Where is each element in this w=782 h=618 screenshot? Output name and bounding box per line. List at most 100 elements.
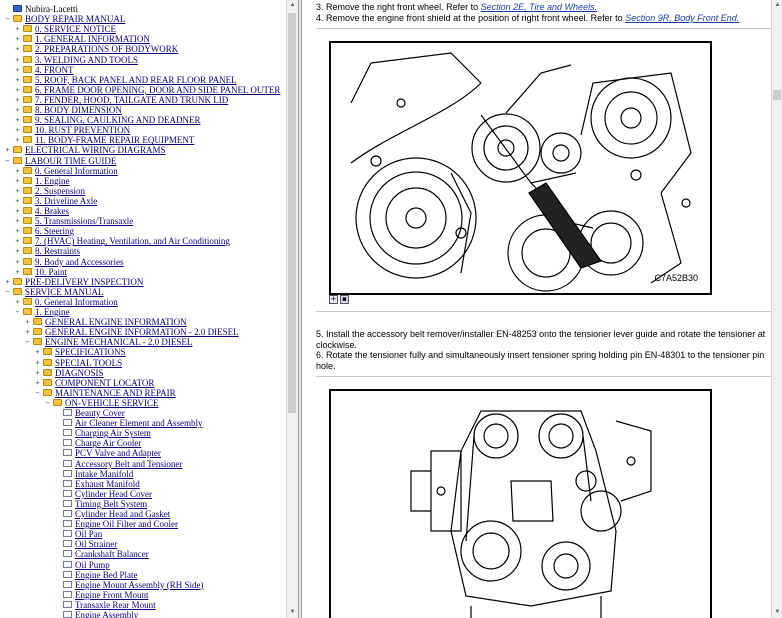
tree-item-label[interactable]: Accessory Belt and Tensioner (75, 459, 182, 469)
link-section-9r[interactable]: Section 9R, Body Front End. (625, 13, 739, 23)
tree-item-label[interactable]: 5. ROOF, BACK PANEL AND REAR FLOOR PANEL (35, 75, 237, 85)
expand-icon[interactable]: + (14, 196, 21, 206)
tree-item-label[interactable]: PRE-DELIVERY INSPECTION (25, 277, 143, 287)
expand-icon[interactable]: + (14, 236, 21, 246)
expand-icon[interactable]: + (4, 145, 11, 155)
tree-item-label[interactable]: 3. WELDING AND TOOLS (35, 55, 138, 65)
expand-icon[interactable]: + (24, 317, 31, 327)
expand-icon[interactable]: + (14, 166, 21, 176)
tree-item-label[interactable]: 4. Brakes (35, 206, 69, 216)
expand-icon[interactable]: + (14, 85, 21, 95)
expand-icon[interactable]: + (34, 378, 41, 388)
tree-item-label[interactable]: 10. RUST PREVENTION (35, 125, 130, 135)
tree-item-label[interactable]: Engine Bed Plate (75, 570, 138, 580)
expand-icon[interactable]: + (34, 358, 41, 368)
tree-item-label[interactable]: 10. Paint (35, 267, 67, 277)
tree-item-label[interactable]: Engine Front Mount (75, 590, 149, 600)
tree-item-label[interactable]: PCV Valve and Adapter (75, 448, 161, 458)
tree-item-label[interactable]: 1. GENERAL INFORMATION (35, 34, 150, 44)
expand-icon[interactable]: + (14, 24, 21, 34)
collapse-icon[interactable]: − (4, 14, 11, 24)
tree-item-label[interactable]: Oil Pan (75, 529, 102, 539)
expand-icon[interactable]: + (14, 135, 21, 145)
scroll-down-arrow-icon[interactable]: ▼ (772, 607, 782, 618)
tree-item-label[interactable]: 7. FENDER, HOOD, TAILGATE AND TRUNK LID (35, 95, 228, 105)
tree-item-label[interactable]: 6. Steering (35, 226, 74, 236)
expand-icon[interactable]: + (14, 65, 21, 75)
tree-item-label[interactable]: 3. Driveline Axle (35, 196, 97, 206)
tree-item-label[interactable]: 5. Transmissions/Transaxle (35, 216, 133, 226)
tree-item-label[interactable]: 7. (HVAC) Heating, Ventilation, and Air … (35, 236, 230, 246)
tree-item-label[interactable]: Intake Manifold (75, 469, 133, 479)
expand-icon[interactable]: + (14, 297, 21, 307)
tree-item-label[interactable]: Charging Air System (75, 428, 151, 438)
expand-icon[interactable]: + (14, 105, 21, 115)
tree-item-label[interactable]: DIAGNOSIS (55, 368, 104, 378)
expand-icon[interactable]: + (14, 257, 21, 267)
tree-item-label[interactable]: 8. BODY DIMENSION (35, 105, 122, 115)
scroll-up-arrow-icon[interactable]: ▲ (287, 0, 298, 11)
expand-icon[interactable]: + (14, 176, 21, 186)
print-icon[interactable]: ▪ (340, 295, 349, 304)
expand-icon[interactable]: + (14, 55, 21, 65)
expand-icon[interactable]: + (14, 95, 21, 105)
expand-icon[interactable]: + (24, 327, 31, 337)
expand-icon[interactable]: + (34, 368, 41, 378)
expand-icon[interactable]: + (34, 347, 41, 357)
expand-icon[interactable]: + (14, 267, 21, 277)
collapse-icon[interactable]: − (4, 156, 11, 166)
tree-item-label[interactable]: Exhaust Manifold (75, 479, 140, 489)
tree-item-label[interactable]: MAINTENANCE AND REPAIR (55, 388, 176, 398)
tree-item-label[interactable]: Cylinder Head Cover (75, 489, 152, 499)
tree-item-label[interactable]: ON-VEHICLE SERVICE (65, 398, 159, 408)
scroll-down-arrow-icon[interactable]: ▼ (287, 607, 298, 618)
tree-scroll-thumb[interactable] (288, 13, 296, 413)
zoom-in-icon[interactable]: + (329, 295, 338, 304)
tree-item-label[interactable]: 2. PREPARATIONS OF BODYWORK (35, 44, 178, 54)
link-section-2e[interactable]: Section 2E, Tire and Wheels. (481, 2, 597, 12)
tree-item-label[interactable]: SPECIFICATIONS (55, 347, 126, 357)
tree-item-label[interactable]: Air Cleaner Element and Assembly (75, 418, 202, 428)
tree-item-label[interactable]: ENGINE MECHANICAL - 2.0 DIESEL (45, 337, 192, 347)
tree-item-label[interactable]: Transaxle Rear Mount (75, 600, 156, 610)
tree-item-label[interactable]: SPECIAL TOOLS (55, 358, 122, 368)
tree-item-label[interactable]: GENERAL ENGINE INFORMATION - 2.0 DIESEL (45, 327, 239, 337)
tree-item-label[interactable]: 0. SERVICE NOTICE (35, 24, 116, 34)
tree-item-label[interactable]: Charge Air Cooler (75, 438, 141, 448)
expand-icon[interactable]: + (14, 246, 21, 256)
tree-item-label[interactable]: 4. FRONT (35, 65, 74, 75)
collapse-icon[interactable]: − (24, 337, 31, 347)
tree-item-label[interactable]: BODY REPAIR MANUAL (25, 14, 125, 24)
expand-icon[interactable]: + (14, 216, 21, 226)
tree-item-label[interactable]: GENERAL ENGINE INFORMATION (45, 317, 187, 327)
collapse-icon[interactable]: − (34, 388, 41, 398)
tree-item-label[interactable]: Beauty Cover (75, 408, 125, 418)
tree-item-label[interactable]: 8. Restraints (35, 246, 80, 256)
tree-item-label[interactable]: Oil Pump (75, 560, 110, 570)
tree-item-label[interactable]: 2. Suspension (35, 186, 85, 196)
content-scrollbar[interactable]: ▲ ▼ (771, 0, 782, 618)
tree-item-label[interactable]: COMPONENT LOCATOR (55, 378, 154, 388)
expand-icon[interactable]: + (14, 125, 21, 135)
expand-icon[interactable]: + (14, 115, 21, 125)
tree-scrollbar[interactable]: ▲ ▼ (286, 0, 298, 618)
tree-item-label[interactable]: Oil Strainer (75, 539, 117, 549)
tree-item-label[interactable]: SERVICE MANUAL (25, 287, 104, 297)
tree-item-label[interactable]: Engine Assembly (75, 610, 138, 618)
scroll-up-arrow-icon[interactable]: ▲ (772, 0, 782, 11)
tree-item-label[interactable]: 11. BODY-FRAME REPAIR EQUIPMENT (35, 135, 194, 145)
expand-icon[interactable]: + (4, 277, 11, 287)
tree-item-label[interactable]: 9. SEALING, CAULKING AND DEADNER (35, 115, 201, 125)
collapse-icon[interactable]: − (4, 287, 11, 297)
expand-icon[interactable]: + (14, 44, 21, 54)
tree-item-label[interactable]: Crankshaft Balancer (75, 549, 149, 559)
tree-item-label[interactable]: Engine Oil Filter and Cooler (75, 519, 178, 529)
tree-item-label[interactable]: 9. Body and Accessories (35, 257, 123, 267)
tree-item-label[interactable]: Cylinder Head and Gasket (75, 509, 170, 519)
tree-item-label[interactable]: 0. General Information (35, 166, 118, 176)
tree-item-label[interactable]: 1. Engine (35, 307, 70, 317)
expand-icon[interactable]: + (14, 34, 21, 44)
tree-item-label[interactable]: Timing Belt System (75, 499, 147, 509)
expand-icon[interactable]: + (14, 206, 21, 216)
expand-icon[interactable]: + (14, 186, 21, 196)
